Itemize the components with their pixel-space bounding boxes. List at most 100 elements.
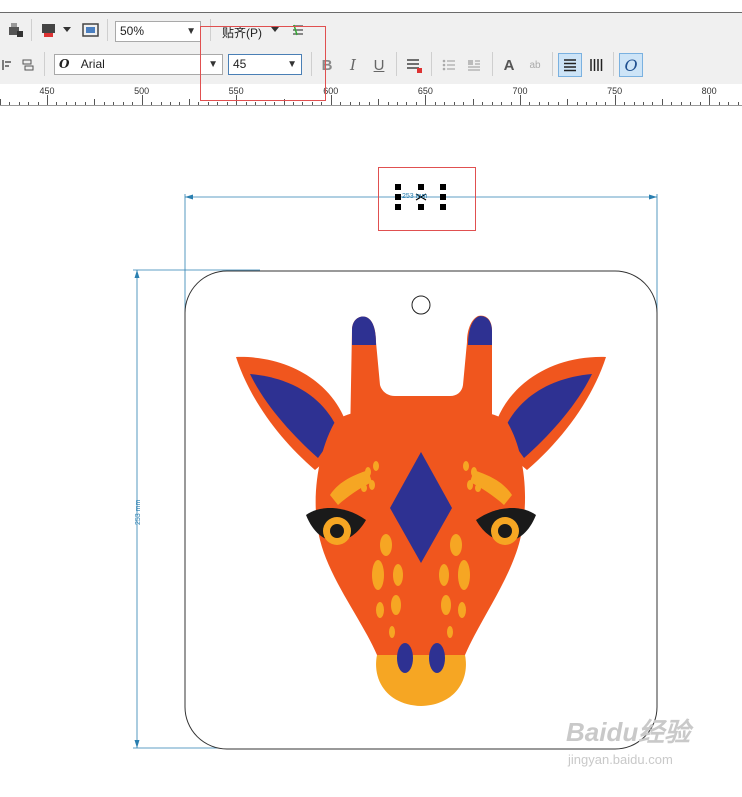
ruler-minor-tick	[614, 99, 616, 105]
ruler-label: 500	[134, 86, 150, 96]
tag-hole	[411, 295, 431, 315]
ruler-minor-tick	[359, 102, 361, 105]
font-family-combo[interactable]: O Arial ▼	[54, 54, 223, 75]
watermark-url: jingyan.baidu.com	[568, 752, 673, 767]
separator	[552, 52, 553, 76]
vertical-text-icon[interactable]	[585, 54, 607, 76]
ruler-minor-tick	[425, 99, 427, 105]
baidu-watermark: Baidu经验 jingyan.baidu.com	[566, 712, 706, 772]
ruler-minor-tick	[113, 102, 115, 105]
font-size-highlight-box	[200, 26, 326, 101]
ruler-minor-tick	[179, 102, 181, 105]
separator	[44, 52, 45, 76]
ruler-minor-tick	[0, 99, 1, 105]
ruler-minor-tick	[510, 102, 512, 105]
ruler-minor-tick	[151, 102, 153, 105]
ruler-minor-tick	[65, 102, 67, 105]
ruler-minor-tick	[56, 102, 58, 105]
ruler-minor-tick	[169, 102, 171, 105]
ruler-minor-tick	[671, 102, 673, 105]
ruler-minor-tick	[642, 102, 644, 105]
ruler-minor-tick	[690, 102, 692, 105]
opentype-font-icon: O	[59, 57, 70, 71]
ruler-label: 650	[417, 86, 433, 96]
text-property-toolbar: O Arial ▼ 45 ▼ B I U A ab O	[0, 46, 742, 85]
separator	[613, 52, 614, 76]
ruler-minor-tick	[217, 102, 219, 105]
ruler-minor-tick	[160, 102, 162, 105]
underline-button[interactable]: U	[368, 54, 390, 76]
align-icon[interactable]	[0, 54, 18, 76]
ruler-minor-tick	[624, 102, 626, 105]
font-name-value: Arial	[80, 57, 105, 71]
separator	[492, 52, 493, 76]
horizontal-text-icon[interactable]	[558, 53, 582, 77]
ruler-minor-tick	[245, 102, 247, 105]
ruler-minor-tick	[595, 102, 597, 105]
ruler-label: 750	[607, 86, 623, 96]
italic-button[interactable]: I	[342, 54, 364, 76]
ruler-minor-tick	[453, 102, 455, 105]
ruler-minor-tick	[141, 99, 143, 105]
ruler-minor-tick	[368, 102, 370, 105]
separator	[31, 19, 32, 41]
ruler-minor-tick	[207, 102, 209, 105]
ruler-label: 450	[39, 86, 55, 96]
ruler-minor-tick	[444, 102, 446, 105]
ruler-minor-tick	[188, 99, 190, 105]
ruler-minor-tick	[311, 102, 313, 105]
fill-icon[interactable]	[38, 19, 60, 41]
ruler-minor-tick	[47, 99, 48, 105]
selection-highlight-box	[378, 167, 476, 231]
ruler-minor-tick	[482, 102, 484, 105]
ruler-minor-tick	[378, 99, 380, 105]
ruler-minor-tick	[680, 102, 682, 105]
zoom-value: 50%	[120, 24, 145, 38]
ruler-minor-tick	[387, 102, 389, 105]
top-strip	[0, 0, 742, 13]
property-toolbar-top: 50% ▼ 贴齐(P)	[0, 13, 742, 47]
ruler-minor-tick	[434, 102, 436, 105]
chevron-down-icon: ▼	[186, 26, 196, 37]
character-formatting-button[interactable]: A	[498, 54, 520, 76]
ruler-minor-tick	[652, 102, 654, 105]
ruler-minor-tick	[255, 102, 257, 105]
distribute-icon[interactable]	[17, 54, 39, 76]
ruler-minor-tick	[576, 102, 578, 105]
ruler-minor-tick	[406, 102, 408, 105]
drop-cap-icon[interactable]	[463, 54, 485, 76]
separator	[107, 19, 108, 41]
bullet-list-icon[interactable]	[438, 54, 460, 76]
ruler-minor-tick	[18, 102, 20, 105]
ruler-minor-tick	[94, 99, 96, 105]
vertical-dimension-text[interactable]: 253 mm	[135, 500, 142, 525]
drawing-canvas[interactable]: 253 mm 253 mm	[0, 106, 742, 792]
view-icon[interactable]	[80, 19, 102, 41]
ruler-minor-tick	[397, 102, 399, 105]
separator	[431, 52, 432, 76]
ruler-minor-tick	[520, 99, 521, 105]
horizontal-ruler[interactable]: 450 500 550 600 650 700 750 800	[0, 84, 742, 106]
ruler-label: 700	[512, 86, 528, 96]
zoom-combo[interactable]: 50% ▼	[115, 21, 201, 42]
ruler-minor-tick	[330, 99, 332, 105]
separator	[396, 52, 397, 76]
ruler-minor-tick	[718, 102, 720, 105]
ruler-minor-tick	[321, 102, 323, 105]
interactive-opentype-button[interactable]: O	[619, 53, 643, 77]
ruler-minor-tick	[501, 102, 503, 105]
text-align-icon[interactable]	[403, 54, 425, 76]
ruler-minor-tick	[292, 102, 294, 105]
ruler-minor-tick	[264, 102, 266, 105]
ruler-minor-tick	[709, 99, 711, 105]
ruler-minor-tick	[538, 102, 540, 105]
dropdown-arrow-icon[interactable]	[60, 19, 74, 41]
ruler-minor-tick	[415, 102, 417, 105]
watermark-brand: Baidu经验	[566, 717, 691, 747]
ruler-minor-tick	[28, 102, 30, 105]
print-merge-icon[interactable]	[5, 19, 27, 41]
ruler-minor-tick	[9, 102, 11, 105]
drawing-svg: 253 mm 253 mm	[133, 184, 658, 750]
superscript-button[interactable]: ab	[524, 54, 546, 76]
ruler-minor-tick	[737, 102, 739, 105]
